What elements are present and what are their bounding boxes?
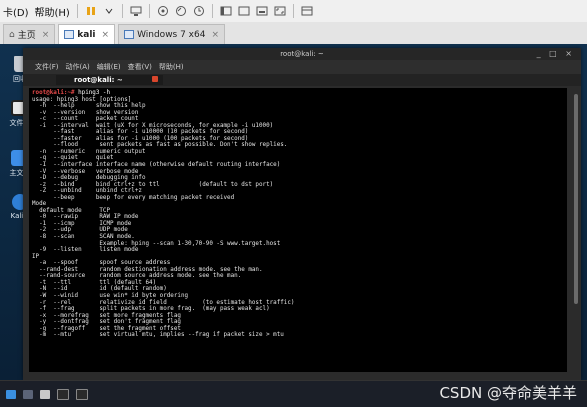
terminal-tab-bar: root@kali: ~ (23, 74, 581, 86)
menu-view[interactable]: 查看(V) (128, 62, 152, 72)
terminal-tab-label: root@kali: ~ (74, 76, 123, 84)
close-icon[interactable]: × (211, 30, 219, 40)
tab-label: kali (77, 29, 96, 40)
vm-menubar: 卡(D) 帮助(H) (0, 0, 587, 23)
vm-icon (64, 30, 75, 39)
csdn-watermark: CSDN @夺命美羊羊 (439, 384, 577, 402)
help-output: usage: hping3 host [options] -h --help s… (32, 97, 567, 339)
terminal-launcher-icon[interactable] (57, 388, 69, 400)
toolbar-divider (292, 4, 294, 18)
terminal-scrollbar[interactable] (574, 94, 578, 304)
vm-icon (124, 30, 135, 39)
network-icon[interactable] (129, 4, 143, 18)
snapshot-manager-icon[interactable] (192, 4, 206, 18)
browser-icon[interactable] (76, 388, 88, 400)
file-manager-icon[interactable] (40, 389, 50, 399)
menu-file[interactable]: 文件(F) (35, 62, 59, 72)
home-icon: ⌂ (9, 29, 15, 40)
terminal-line: -m --mtu set virtual mtu, implies --frag… (32, 332, 284, 339)
menu-help[interactable]: 帮助(H) (159, 62, 184, 72)
chevron-down-icon[interactable] (102, 4, 116, 18)
window-controls[interactable]: _ □ × (537, 48, 575, 60)
close-icon[interactable]: × (42, 30, 50, 40)
unity-icon[interactable] (300, 4, 314, 18)
vm-tab-bar: ⌂ 主页 × kali × Windows 7 x64 × (0, 22, 587, 45)
window-title: root@kali: ~ (280, 50, 324, 58)
shell-command: hping3 -h (74, 90, 111, 96)
kali-menu-icon[interactable] (6, 389, 16, 399)
console-view-icon[interactable] (237, 4, 251, 18)
tab-kali[interactable]: kali × (58, 24, 116, 44)
terminal-window: root@kali: ~ _ □ × 文件(F) 动作(A) 编辑(E) 查看(… (23, 48, 581, 380)
thumbnail-view-icon[interactable] (255, 4, 269, 18)
close-icon[interactable]: × (102, 30, 110, 40)
sidebar-view-icon[interactable] (219, 4, 233, 18)
menu-action[interactable]: 动作(A) (66, 62, 90, 72)
tab-label: 主页 (17, 31, 36, 41)
terminal-tab[interactable]: root@kali: ~ (56, 75, 163, 85)
toolbar-divider (211, 4, 213, 18)
pause-icon[interactable] (84, 4, 98, 18)
snapshot-icon[interactable] (156, 4, 170, 18)
revert-snapshot-icon[interactable] (174, 4, 188, 18)
terminal-menubar: 文件(F) 动作(A) 编辑(E) 查看(V) 帮助(H) (23, 60, 581, 74)
toolbar-divider (148, 4, 150, 18)
close-icon[interactable] (151, 76, 158, 82)
toolbar-divider (121, 4, 123, 18)
menu-help[interactable]: 帮助(H) (32, 4, 73, 19)
tab-windows7[interactable]: Windows 7 x64 × (118, 24, 226, 44)
terminal-output[interactable]: root@kali:~# hping3 -h usage: hping3 hos… (29, 88, 567, 372)
shell-prompt: root@kali:~# (32, 90, 75, 96)
tab-label: Windows 7 x64 (137, 29, 206, 40)
fullscreen-icon[interactable] (273, 4, 287, 18)
toolbar-divider (76, 4, 78, 18)
terminal-titlebar[interactable]: root@kali: ~ _ □ × (23, 48, 581, 60)
tab-home[interactable]: ⌂ 主页 × (3, 24, 56, 44)
menu-card[interactable]: 卡(D) (0, 4, 32, 19)
menu-edit[interactable]: 编辑(E) (97, 62, 121, 72)
workspace-icon[interactable] (23, 389, 33, 399)
